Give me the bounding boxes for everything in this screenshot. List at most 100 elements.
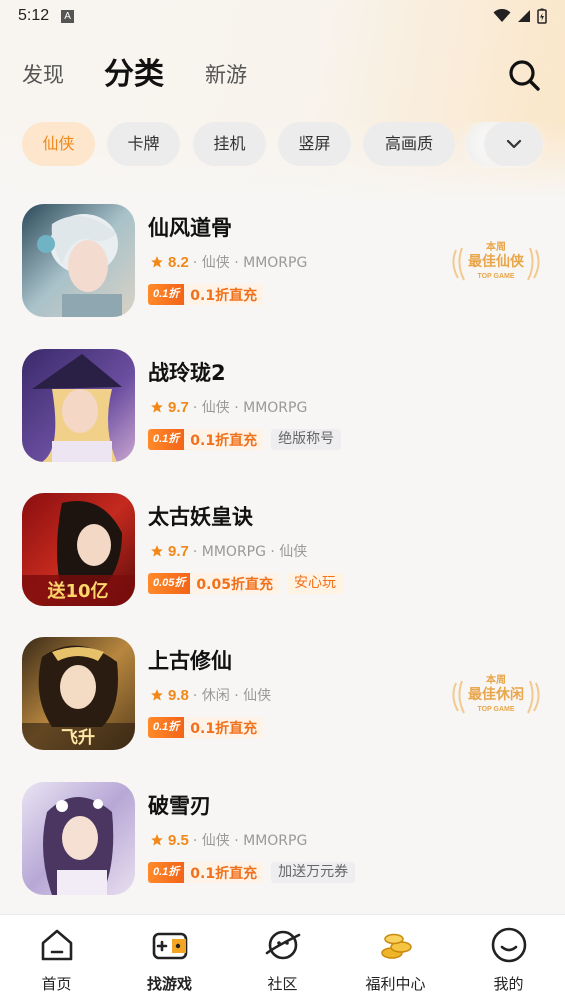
game-title: 上古修仙 — [148, 649, 232, 673]
genre-text: · 休闲 · 仙侠 — [192, 688, 272, 704]
rating-value: 9.5 — [168, 831, 189, 849]
game-icon: 送10亿 — [22, 493, 135, 606]
nav-community[interactable]: 社区 — [226, 915, 339, 1004]
discount-badge: 0.05折 0.05折直充 — [148, 573, 279, 594]
award-line2: 最佳仙侠 — [468, 253, 525, 270]
genre-text: · MMORPG · 仙侠 — [192, 544, 308, 560]
game-title: 破雪刃 — [148, 794, 211, 818]
list-item[interactable]: 仙风道骨 8.2 · 仙侠 · MMORPG 0.1折 0.1折直充 本周 最佳… — [0, 200, 565, 320]
extra-tag: 绝版称号 — [271, 429, 342, 450]
star-icon — [151, 834, 163, 846]
list-item[interactable]: 送10亿 太古妖皇诀 9.7 · MMORPG · 仙侠 0.05折 0.05折… — [0, 489, 565, 609]
discount-badge: 0.1折 0.1折直充 — [148, 284, 264, 305]
gamepad-icon — [152, 932, 188, 960]
discount-mini-label: 0.1折 — [148, 429, 185, 450]
tag-row: 0.05折 0.05折直充 安心玩 — [148, 573, 343, 594]
game-title: 太古妖皇诀 — [148, 505, 253, 529]
list-item[interactable]: 战玲珑2 9.7 · 仙侠 · MMORPG 0.1折 0.1折直充 绝版称号 — [0, 345, 565, 465]
status-time: 5:12 — [18, 7, 50, 24]
tab-new-games[interactable]: 新游 — [205, 45, 247, 105]
tag-row: 0.1折 0.1折直充 — [148, 717, 264, 738]
game-meta: 8.2 · 仙侠 · MMORPG — [150, 252, 307, 272]
tag-row: 0.1折 0.1折直充 — [148, 284, 264, 305]
rating-value: 8.2 — [168, 253, 189, 271]
extra-tag: 安心玩 — [286, 573, 343, 594]
discount-badge: 0.1折 0.1折直充 — [148, 429, 264, 450]
game-meta: 9.8 · 休闲 · 仙侠 — [150, 685, 271, 705]
status-bar: 5:12 A — [0, 0, 565, 32]
home-icon — [41, 929, 73, 961]
genre-text: · 仙侠 · MMORPG — [192, 833, 308, 849]
star-icon — [151, 256, 163, 268]
award-line2: 最佳休闲 — [468, 686, 524, 703]
discount-mini-label: 0.1折 — [148, 862, 185, 883]
battery-icon — [537, 8, 547, 24]
expand-categories-button[interactable] — [484, 122, 543, 166]
game-icon — [22, 349, 135, 462]
discount-text: 0.05折直充 — [196, 576, 273, 593]
award-line3: TOP GAME — [477, 706, 514, 713]
nav-profile[interactable]: 我的 — [452, 915, 565, 1004]
game-icon: 飞升 — [22, 637, 135, 750]
chip-card[interactable]: 卡牌 — [107, 122, 180, 166]
award-line1: 本周 — [486, 240, 506, 253]
game-title: 战玲珑2 — [148, 361, 226, 385]
chip-hd[interactable]: 高画质 — [363, 122, 455, 166]
tag-row: 0.1折 0.1折直充 加送万元券 — [148, 862, 356, 883]
tab-category[interactable]: 分类 — [104, 45, 164, 105]
extra-tag: 加送万元券 — [271, 862, 356, 883]
game-icon — [22, 782, 135, 895]
header: 发现 分类 新游 — [0, 45, 565, 105]
game-meta: 9.7 · 仙侠 · MMORPG — [150, 397, 307, 417]
rating-value: 9.7 — [168, 542, 189, 560]
planet-icon — [265, 930, 301, 960]
discount-mini-label: 0.1折 — [148, 284, 185, 305]
nav-find-games[interactable]: 找游戏 — [113, 915, 226, 1004]
game-meta: 9.7 · MMORPG · 仙侠 — [150, 541, 307, 561]
star-icon — [151, 401, 163, 413]
wifi-icon — [493, 9, 511, 22]
nav-home[interactable]: 首页 — [0, 915, 113, 1004]
nav-label: 福利中心 — [365, 975, 426, 993]
game-title: 仙风道骨 — [148, 216, 232, 240]
nav-label: 我的 — [493, 975, 524, 993]
bottom-nav: 首页 找游戏 社区 福利中心 我的 — [0, 914, 565, 1004]
game-meta: 9.5 · 仙侠 · MMORPG — [150, 830, 307, 850]
discount-text: 0.1折直充 — [190, 865, 258, 882]
discount-mini-label: 0.05折 — [148, 573, 191, 594]
rating-value: 9.7 — [168, 398, 189, 416]
discount-badge: 0.1折 0.1折直充 — [148, 862, 264, 883]
nav-label: 找游戏 — [146, 975, 192, 993]
genre-text: · 仙侠 · MMORPG — [192, 400, 308, 416]
nav-label: 社区 — [267, 975, 298, 993]
search-icon[interactable] — [506, 57, 542, 93]
chip-portrait[interactable]: 竖屏 — [278, 122, 351, 166]
list-item[interactable]: 破雪刃 9.5 · 仙侠 · MMORPG 0.1折 0.1折直充 加送万元券 — [0, 778, 565, 898]
discount-text: 0.1折直充 — [190, 720, 258, 737]
star-icon — [151, 545, 163, 557]
gold-coins-icon — [381, 933, 412, 959]
status-icons — [493, 8, 547, 24]
chevron-down-icon — [506, 139, 521, 149]
tab-discover[interactable]: 发现 — [22, 45, 64, 105]
award-badge: 本周 最佳休闲 TOP GAME — [452, 673, 540, 714]
rating-value: 9.8 — [168, 686, 189, 704]
icon-caption: 送10亿 — [46, 580, 108, 602]
nav-welfare[interactable]: 福利中心 — [339, 915, 452, 1004]
notification-icon: A — [61, 9, 75, 23]
discount-mini-label: 0.1折 — [148, 717, 185, 738]
chip-xianxia[interactable]: 仙侠 — [22, 122, 95, 166]
list-item[interactable]: 飞升 上古修仙 9.8 · 休闲 · 仙侠 0.1折 0.1折直充 本周 最佳休… — [0, 633, 565, 753]
award-line1: 本周 — [486, 673, 506, 686]
category-chips: 仙侠 卡牌 挂机 竖屏 高画质 — [0, 122, 565, 168]
discount-badge: 0.1折 0.1折直充 — [148, 717, 264, 738]
chip-idle[interactable]: 挂机 — [193, 122, 266, 166]
genre-text: · 仙侠 · MMORPG — [192, 255, 308, 271]
award-badge: 本周 最佳仙侠 TOP GAME — [452, 240, 540, 281]
smile-icon — [491, 927, 527, 963]
discount-text: 0.1折直充 — [190, 287, 258, 304]
discount-text: 0.1折直充 — [190, 432, 258, 449]
star-icon — [151, 689, 163, 701]
game-icon — [22, 204, 135, 317]
award-line3: TOP GAME — [477, 273, 514, 280]
